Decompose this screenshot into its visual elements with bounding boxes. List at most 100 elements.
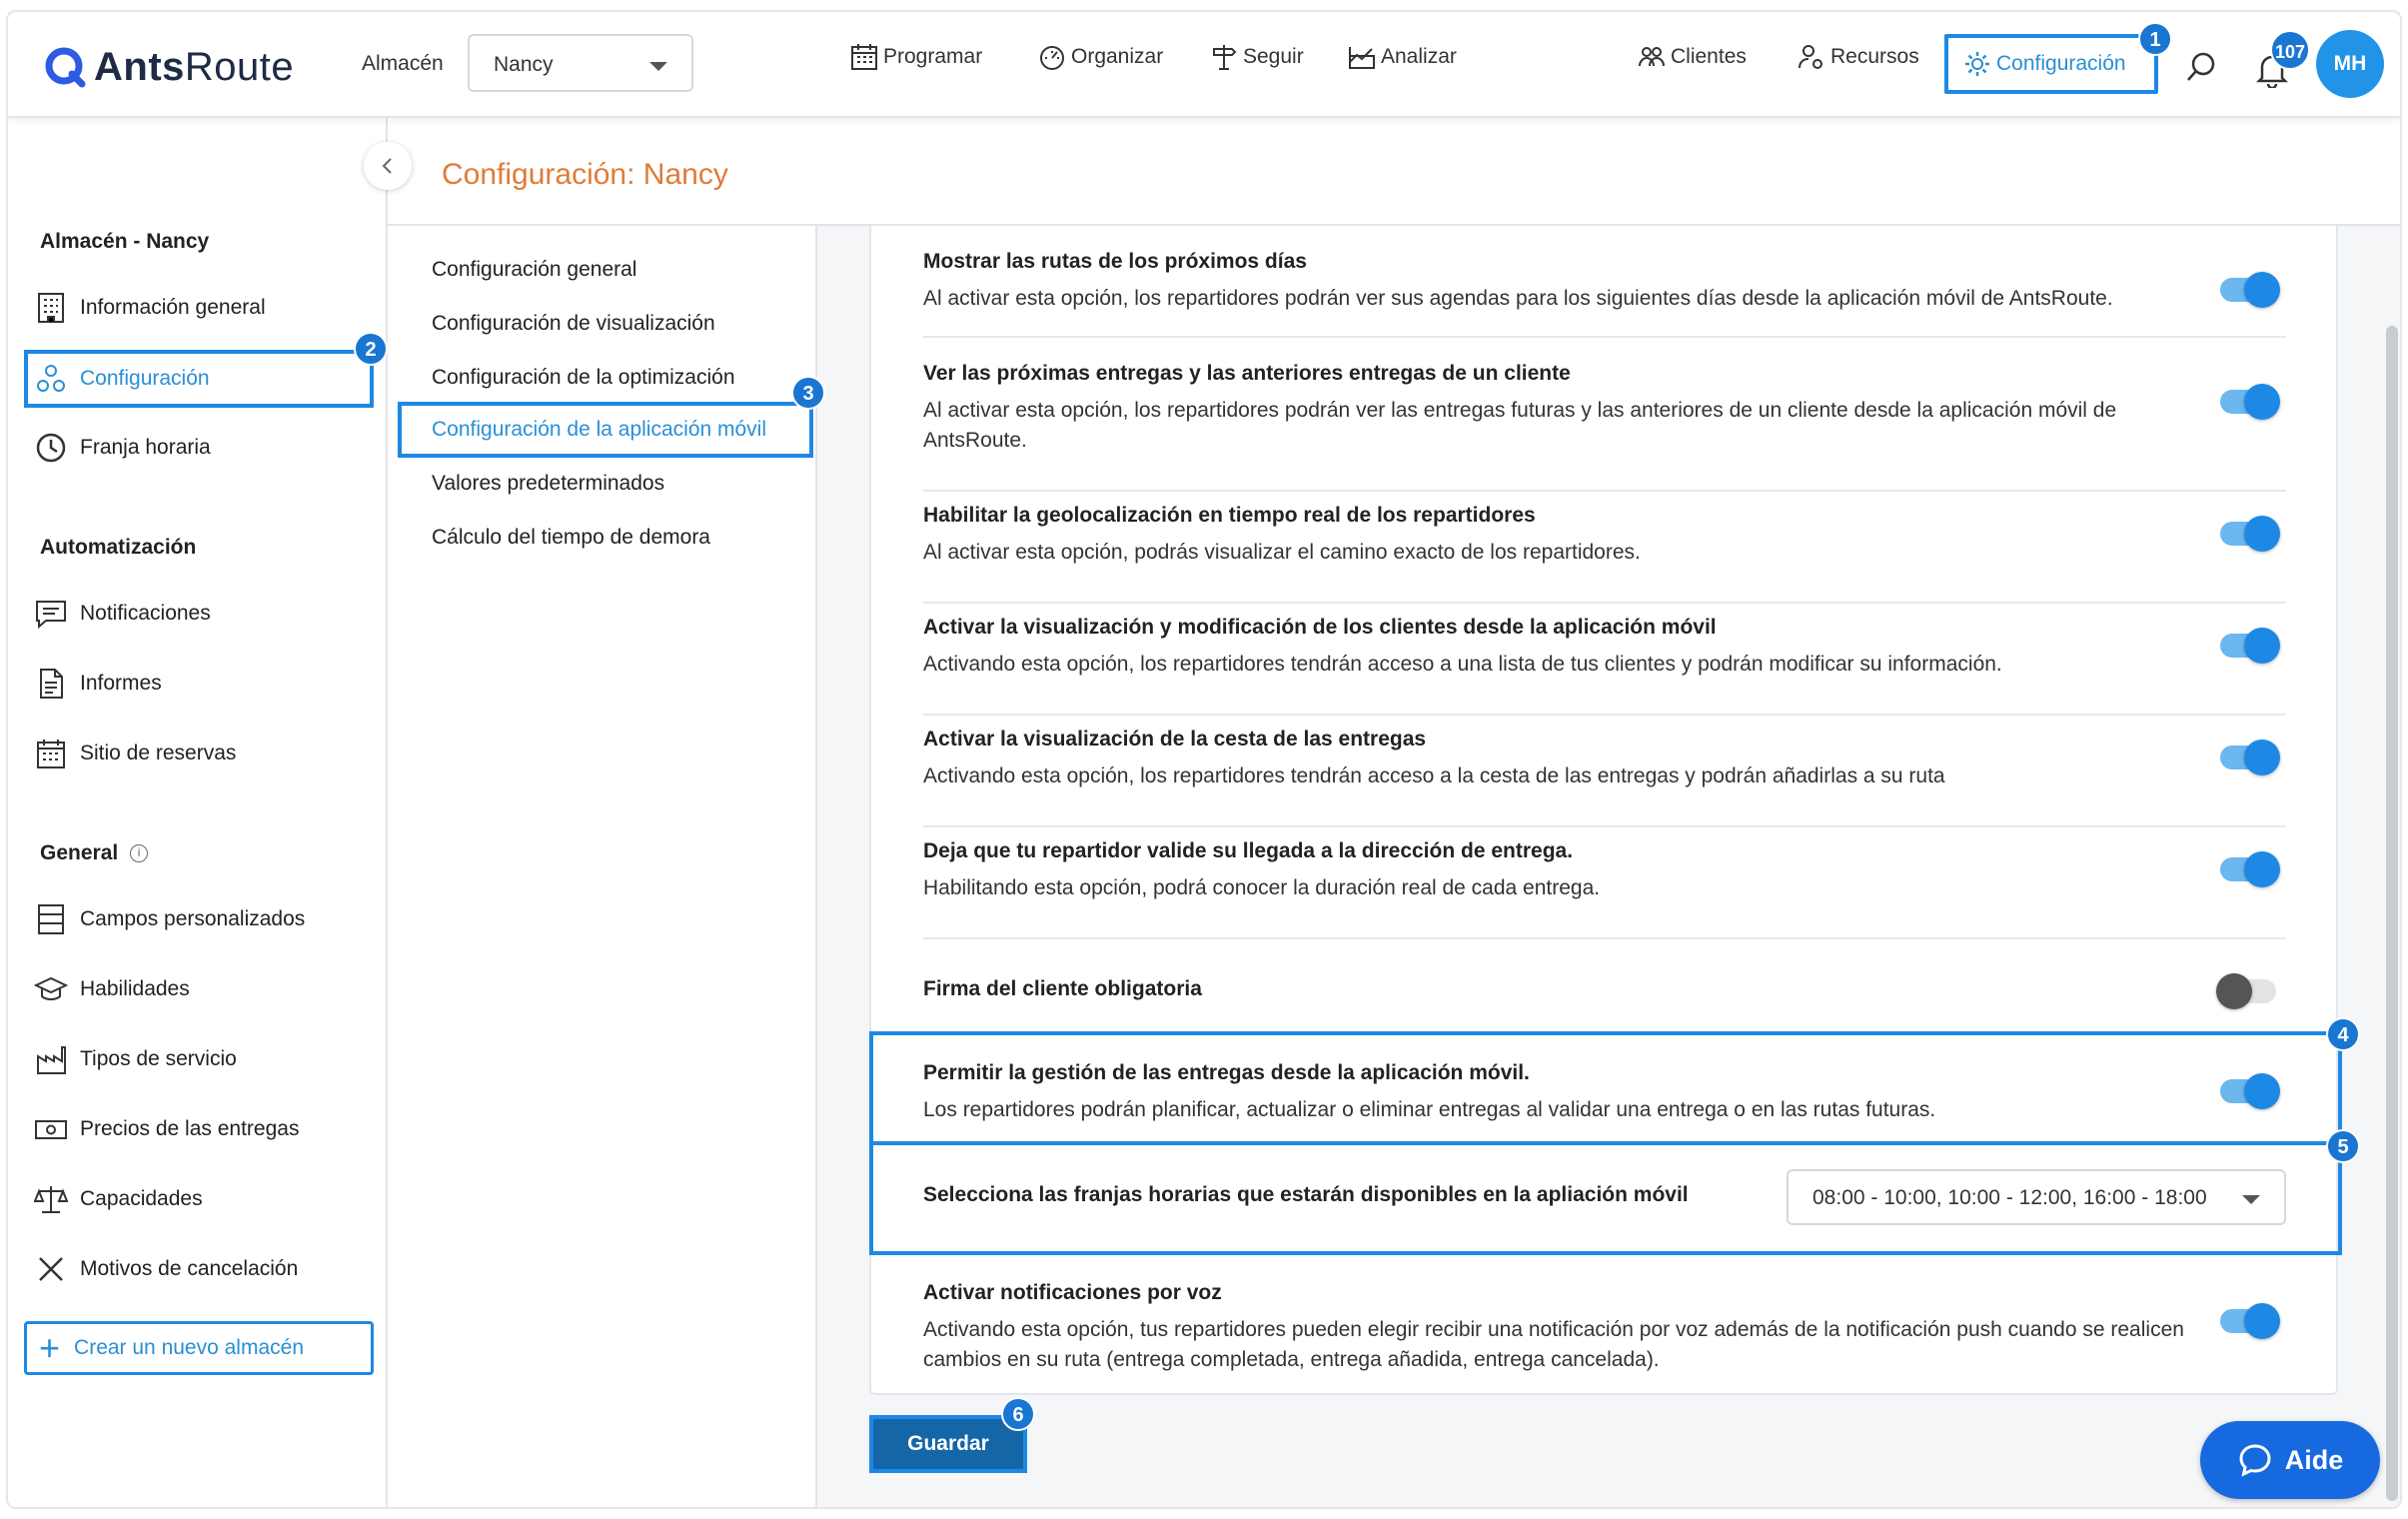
setting-title: Firma del cliente obligatoria: [923, 977, 1202, 1000]
submenu-item-visualizacion[interactable]: Configuración de visualización: [432, 312, 715, 336]
logo[interactable]: AntsRoute: [42, 42, 294, 92]
store-select[interactable]: Nancy: [468, 34, 693, 92]
sidebar-item-label: Franja horaria: [80, 436, 211, 459]
sidebar-item-franja-horaria[interactable]: Franja horaria: [34, 426, 211, 470]
toggle-switch[interactable]: [2220, 628, 2280, 664]
setting-row: Mostrar las rutas de los próximos días A…: [923, 250, 2286, 338]
sidebar-item-label: Informes: [80, 672, 162, 695]
setting-row: Activar la visualización y modificación …: [923, 616, 2286, 716]
info-icon[interactable]: i: [130, 844, 149, 863]
setting-title: Activar la visualización de la cesta de …: [923, 728, 1427, 751]
setting-row: Activar notificaciones por voz Activando…: [923, 1281, 2286, 1377]
nav-organizar[interactable]: Organizar: [1037, 42, 1163, 72]
toggle-knob: [2244, 384, 2280, 420]
search-icon[interactable]: [2184, 50, 2218, 84]
sidebar-heading-almacen: Almacén - Nancy: [40, 230, 210, 253]
collapse-sidebar-button[interactable]: [364, 142, 412, 190]
page-title: Configuración: Nancy: [442, 158, 728, 191]
sidebar-item-precios[interactable]: Precios de las entregas: [34, 1107, 299, 1151]
sidebar-item-habilidades[interactable]: Habilidades: [34, 967, 190, 1011]
sidebar-item-label: Tipos de servicio: [80, 1047, 237, 1070]
top-bar: AntsRoute Almacén Nancy Programar Organi…: [8, 12, 2400, 118]
sidebar-item-label: Sitio de reservas: [80, 742, 237, 764]
sidebar: Almacén - Nancy Información general Conf…: [8, 118, 388, 1507]
sidebar-item-configuracion[interactable]: Configuración: [24, 350, 374, 408]
toggle-switch[interactable]: [2220, 1303, 2280, 1339]
sidebar-item-tipos-servicio[interactable]: Tipos de servicio: [34, 1037, 237, 1081]
setting-row: Activar la visualización de la cesta de …: [923, 728, 2286, 827]
scale-icon: [34, 1186, 68, 1213]
sidebar-heading-general: General i: [40, 841, 149, 865]
clock-icon: [36, 433, 66, 463]
chevron-left-icon: [382, 158, 392, 174]
step-marker-6: 6: [1001, 1397, 1035, 1431]
submenu-item-aplicacion-movil[interactable]: Configuración de la aplicación móvil: [398, 402, 813, 458]
toggle-knob: [2244, 628, 2280, 664]
nav-recursos[interactable]: Recursos: [1797, 42, 1919, 72]
sidebar-item-label: Motivos de cancelación: [80, 1257, 299, 1280]
content-area: Mostrar las rutas de los próximos días A…: [817, 226, 2400, 1507]
sidebar-item-motivos-cancelacion[interactable]: Motivos de cancelación: [34, 1247, 298, 1291]
toggle-switch[interactable]: [2220, 384, 2280, 420]
nav-label: Organizar: [1071, 45, 1164, 68]
step-marker-2: 2: [354, 332, 388, 366]
toggle-switch[interactable]: [2220, 740, 2280, 775]
sidebar-item-campos-personalizados[interactable]: Campos personalizados: [34, 897, 305, 941]
nav-clientes[interactable]: Clientes: [1637, 42, 1747, 72]
calendar-icon: [851, 44, 877, 70]
help-label: Aide: [2284, 1444, 2344, 1475]
gear-icon: [1965, 52, 1989, 76]
notification-badge: 107: [2270, 30, 2310, 70]
sidebar-item-informacion-general[interactable]: Información general: [34, 286, 266, 330]
store-select-value: Nancy: [494, 53, 554, 76]
create-warehouse-button[interactable]: + Crear un nuevo almacén: [24, 1321, 374, 1375]
sidebar-item-sitio-reservas[interactable]: Sitio de reservas: [34, 732, 236, 775]
close-icon: [39, 1257, 63, 1281]
nav-configuracion[interactable]: Configuración: [1944, 34, 2158, 94]
sidebar-item-label: Configuración: [80, 367, 210, 390]
toggle-switch[interactable]: [2220, 272, 2280, 308]
submenu-item-optimizacion[interactable]: Configuración de la optimización: [432, 366, 735, 390]
highlight-box-4: [869, 1031, 2342, 1145]
highlight-box-5: [869, 1141, 2342, 1255]
building-icon: [38, 293, 64, 323]
chat-icon: [2239, 1444, 2271, 1477]
sidebar-item-informes[interactable]: Informes: [34, 662, 162, 706]
nav-label: Programar: [883, 45, 983, 68]
nav-programar[interactable]: Programar: [849, 42, 982, 72]
toggle-knob: [2244, 516, 2280, 552]
calendar-icon: [37, 740, 65, 768]
toggle-switch[interactable]: [2216, 973, 2276, 1009]
user-gear-icon: [1799, 45, 1822, 69]
step-marker-4: 4: [2326, 1017, 2360, 1051]
sidebar-item-label: Información general: [80, 296, 266, 319]
toggle-switch[interactable]: [2220, 516, 2280, 552]
submenu-item-tiempo-demora[interactable]: Cálculo del tiempo de demora: [432, 526, 710, 550]
submenu-item-valores-predeterminados[interactable]: Valores predeterminados: [432, 472, 664, 496]
setting-title: Mostrar las rutas de los próximos días: [923, 250, 1307, 273]
setting-row: Deja que tu repartidor valide su llegada…: [923, 839, 2286, 939]
graduation-cap-icon: [34, 976, 68, 1000]
sidebar-item-label: Capacidades: [80, 1187, 203, 1210]
setting-title: Habilitar la geolocalización en tiempo r…: [923, 504, 1536, 527]
nav-analizar[interactable]: Analizar: [1347, 42, 1457, 72]
sidebar-item-label: Precios de las entregas: [80, 1117, 300, 1140]
nav-seguir[interactable]: Seguir: [1209, 42, 1304, 72]
message-icon: [36, 601, 66, 630]
settings-submenu: Configuración general Configuración de v…: [388, 226, 817, 1507]
logo-text: AntsRoute: [94, 44, 295, 89]
help-button[interactable]: Aide: [2200, 1421, 2380, 1499]
page-title-bar: Configuración: Nancy: [388, 118, 2400, 226]
sidebar-item-label: Habilidades: [80, 977, 190, 1000]
sidebar-item-capacidades[interactable]: Capacidades: [34, 1177, 203, 1221]
toggle-switch[interactable]: [2220, 851, 2280, 887]
form-icon: [38, 904, 64, 934]
plus-icon: +: [39, 1327, 61, 1368]
avatar[interactable]: MH: [2316, 30, 2384, 98]
sidebar-item-notificaciones[interactable]: Notificaciones: [34, 592, 211, 636]
toggle-knob: [2244, 740, 2280, 775]
gears-icon: [37, 365, 65, 392]
scrollbar[interactable]: [2386, 326, 2398, 1501]
toggle-knob: [2216, 973, 2252, 1009]
submenu-item-general[interactable]: Configuración general: [432, 258, 636, 282]
